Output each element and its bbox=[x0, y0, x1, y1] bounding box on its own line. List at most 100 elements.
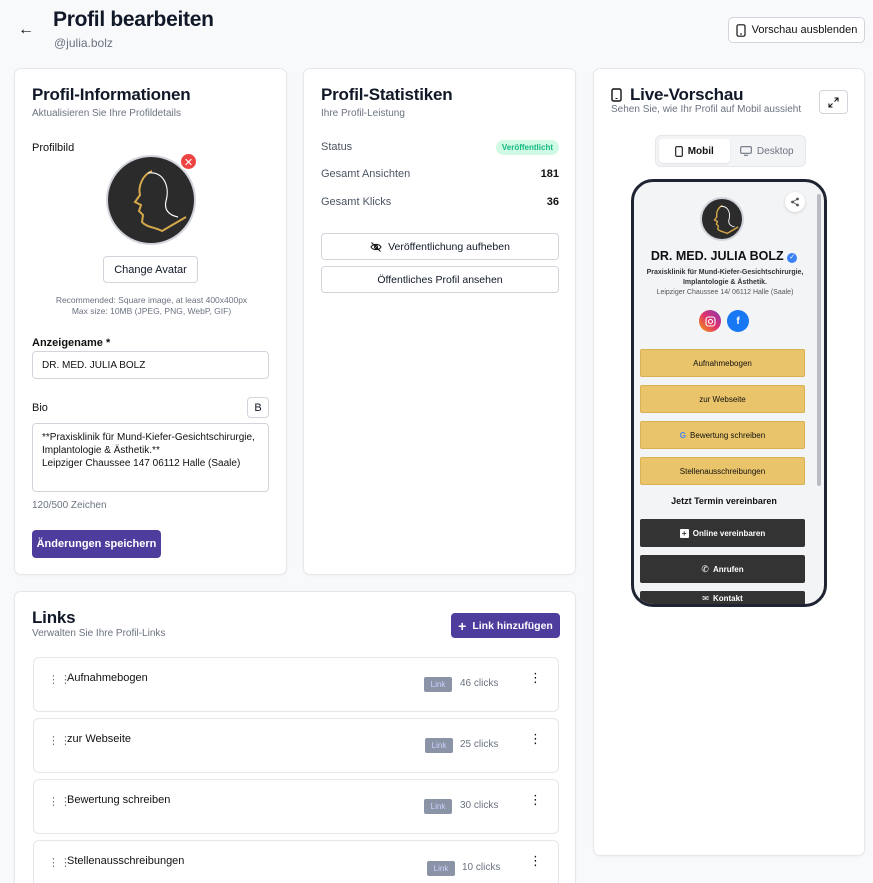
phone-avatar bbox=[700, 197, 744, 241]
phone-action-label: Kontakt bbox=[712, 594, 743, 603]
link-clicks: 30 clicks bbox=[460, 800, 499, 811]
share-icon[interactable] bbox=[785, 192, 805, 212]
page-title: Profil bearbeiten bbox=[53, 8, 214, 31]
tab-desktop[interactable]: Desktop bbox=[732, 139, 803, 163]
view-public-profile-button[interactable]: Öffentliches Profil ansehen bbox=[321, 266, 559, 293]
avatar-hint-line1: Recommended: Square image, at least 400x… bbox=[55, 295, 248, 305]
link-row[interactable]: ⋮⋮ Bewertung schreiben Link 30 clicks ⋮ bbox=[33, 779, 559, 834]
phone-link-button[interactable]: Aufnahmebogen bbox=[640, 349, 805, 377]
link-title: Bewertung schreiben bbox=[67, 794, 171, 806]
add-link-label: Link hinzufügen bbox=[472, 619, 553, 632]
remove-avatar-icon[interactable]: ✕ bbox=[179, 152, 198, 171]
device-toggle: Mobil Desktop bbox=[655, 135, 806, 167]
tab-mobile-label: Mobil bbox=[687, 145, 714, 157]
profile-info-subtitle: Aktualisieren Sie Ihre Profildetails bbox=[32, 108, 181, 119]
face-profile-logo bbox=[133, 170, 187, 233]
bold-button[interactable]: B bbox=[247, 397, 269, 418]
tab-desktop-label: Desktop bbox=[756, 145, 794, 157]
bio-label: Bio bbox=[32, 402, 48, 414]
display-name-field[interactable]: DR. MED. JULIA BOLZ bbox=[32, 351, 269, 379]
maximize-icon bbox=[828, 96, 839, 108]
more-vertical-icon[interactable]: ⋮ bbox=[529, 671, 542, 684]
verified-icon: ✓ bbox=[787, 253, 798, 263]
hide-preview-button[interactable]: Vorschau ausblenden bbox=[728, 17, 865, 43]
eye-off-icon bbox=[370, 241, 382, 252]
smartphone-icon bbox=[674, 145, 683, 157]
add-link-button[interactable]: + Link hinzufügen bbox=[451, 613, 560, 638]
link-type-badge: Link bbox=[425, 738, 453, 753]
phone-scrollbar[interactable] bbox=[817, 194, 821, 486]
hide-preview-label: Vorschau ausblenden bbox=[751, 24, 858, 36]
share-glyph bbox=[791, 197, 799, 207]
calendar-plus-icon: + bbox=[679, 528, 689, 538]
drag-handle-icon[interactable]: ⋮⋮ bbox=[48, 675, 71, 692]
link-clicks: 46 clicks bbox=[460, 678, 499, 689]
live-preview-card: Live-Vorschau Sehen Sie, wie Ihr Profil … bbox=[593, 68, 865, 856]
phone-link-button[interactable]: zur Webseite bbox=[640, 385, 805, 413]
tab-mobile[interactable]: Mobil bbox=[659, 139, 730, 163]
profile-handle: @julia.bolz bbox=[54, 36, 113, 50]
avatar-hint-line2: Max size: 10MB (JPEG, PNG, WebP, GIF) bbox=[71, 306, 232, 316]
phone-bio: Praxisklinik für Mund-Kiefer-Gesichtschi… bbox=[646, 269, 804, 286]
monitor-icon bbox=[740, 146, 752, 156]
preview-subtitle: Sehen Sie, wie Ihr Profil auf Mobil auss… bbox=[611, 104, 802, 115]
phone-link-button[interactable]: G Bewertung schreiben bbox=[640, 421, 805, 449]
phone-action-label: Anrufen bbox=[712, 564, 744, 574]
expand-icon[interactable] bbox=[819, 90, 848, 114]
phone-action-button[interactable]: ✆ Anrufen bbox=[640, 555, 805, 583]
smartphone-icon bbox=[611, 88, 622, 102]
instagram-glyph bbox=[704, 315, 716, 327]
phone-call-icon: ✆ bbox=[701, 563, 709, 574]
display-name-label: Anzeigename * bbox=[32, 337, 111, 349]
phone-preview: DR. MED. JULIA BOLZ ✓ Praxisklinik für M… bbox=[631, 179, 827, 607]
profile-info-title: Profil-Informationen bbox=[32, 85, 191, 104]
links-title: Links bbox=[32, 608, 76, 627]
drag-handle-icon[interactable]: ⋮⋮ bbox=[48, 858, 71, 875]
clicks-value: 36 bbox=[546, 196, 559, 208]
unpublish-label: Veröffentlichung aufheben bbox=[388, 240, 510, 253]
plus-icon: + bbox=[458, 617, 467, 634]
phone-section-title: Jetzt Termin vereinbaren bbox=[671, 496, 777, 506]
stats-title: Profil-Statistiken bbox=[321, 85, 453, 104]
phone-link-label: Bewertung schreiben bbox=[690, 430, 766, 440]
status-label: Status bbox=[321, 141, 353, 153]
facebook-icon[interactable]: f bbox=[727, 310, 749, 332]
drag-handle-icon[interactable]: ⋮⋮ bbox=[48, 797, 71, 814]
bio-char-count: 120/500 Zeichen bbox=[32, 500, 107, 511]
change-avatar-button[interactable]: Change Avatar bbox=[103, 256, 198, 283]
unpublish-button[interactable]: Veröffentlichung aufheben bbox=[321, 233, 559, 260]
links-subtitle: Verwalten Sie Ihre Profil-Links bbox=[32, 628, 166, 639]
link-title: Aufnahmebogen bbox=[67, 672, 148, 684]
clicks-row: Gesamt Klicks 36 bbox=[321, 194, 559, 210]
link-row[interactable]: ⋮⋮ zur Webseite Link 25 clicks ⋮ bbox=[33, 718, 559, 773]
phone-address: Leipziger Chaussee 14/ 06112 Halle (Saal… bbox=[656, 289, 794, 296]
google-icon: G bbox=[679, 430, 687, 440]
bio-textarea[interactable]: **Praxisklinik für Mund-Kiefer-Gesichtsc… bbox=[32, 423, 269, 492]
link-row[interactable]: ⋮⋮ Stellenausschreibungen Link 10 clicks… bbox=[33, 840, 559, 883]
preview-title: Live-Vorschau bbox=[630, 85, 744, 104]
save-button[interactable]: Änderungen speichern bbox=[32, 530, 161, 558]
phone-link-button[interactable]: Stellenausschreibungen bbox=[640, 457, 805, 485]
phone-action-button[interactable]: + Online vereinbaren bbox=[640, 519, 805, 547]
face-profile-logo bbox=[713, 204, 739, 235]
status-row: Status Veröffentlicht bbox=[321, 139, 559, 155]
instagram-icon[interactable] bbox=[699, 310, 721, 332]
link-type-badge: Link bbox=[427, 861, 455, 876]
more-vertical-icon[interactable]: ⋮ bbox=[529, 732, 542, 745]
views-value: 181 bbox=[540, 168, 559, 180]
smartphone-icon bbox=[735, 23, 746, 37]
profile-info-card: Profil-Informationen Aktualisieren Sie I… bbox=[14, 68, 287, 575]
link-type-badge: Link bbox=[424, 799, 452, 814]
stats-subtitle: Ihre Profil-Leistung bbox=[321, 108, 405, 119]
link-clicks: 25 clicks bbox=[460, 739, 499, 750]
avatar-label: Profilbild bbox=[32, 142, 75, 154]
mail-icon: ✉ bbox=[702, 594, 709, 603]
arrow-left-icon[interactable]: ← bbox=[18, 22, 38, 38]
link-row[interactable]: ⋮⋮ Aufnahmebogen Link 46 clicks ⋮ bbox=[33, 657, 559, 712]
phone-action-button[interactable]: ✉ Kontakt bbox=[640, 591, 805, 604]
more-vertical-icon[interactable]: ⋮ bbox=[529, 793, 542, 806]
profile-stats-card: Profil-Statistiken Ihre Profil-Leistung … bbox=[303, 68, 576, 575]
link-title: Stellenausschreibungen bbox=[67, 855, 185, 867]
drag-handle-icon[interactable]: ⋮⋮ bbox=[48, 736, 71, 753]
more-vertical-icon[interactable]: ⋮ bbox=[529, 854, 542, 867]
